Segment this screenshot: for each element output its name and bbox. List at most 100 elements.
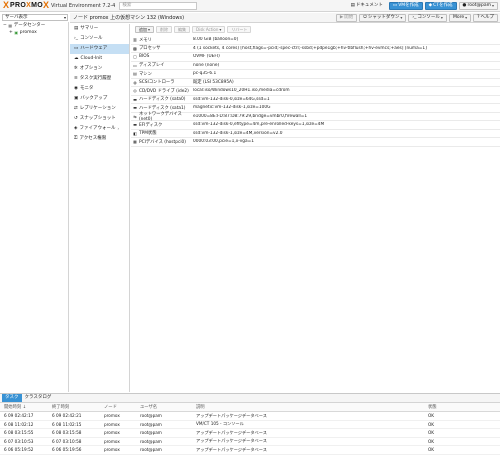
question-icon: ? [477,15,480,20]
list-icon: ≡ [74,76,78,81]
memory-icon: ▥ [133,37,137,43]
nav-item-cloud-init[interactable]: ☁ Cloud-Init [70,54,129,64]
table-row[interactable]: ◧ TPM状態 ssd:vm-132-disk-1,size=4M,version=… [131,130,500,138]
documentation-button[interactable]: ▤ ドキュメント [347,2,387,10]
nav-item-hardware[interactable]: ▭ ハードウェア [70,44,129,54]
hdd-icon: ▬ [133,96,137,102]
start-button[interactable]: ▶ 開始 [335,14,358,22]
table-row[interactable]: ⇆ ネットワークデバイス (net0) e1000=8E:FD:87:D8:79:2… [131,112,500,122]
view-select[interactable]: サーバ表示 ▾ [2,14,68,21]
column-header-description[interactable]: 説明 [196,404,428,410]
table-row[interactable]: ▩ プロセッサ 4 (1 sockets, 4 cores) [host,flags… [131,45,500,53]
page-title: ノード promox 上の仮想マシン 132 (Windows) [73,15,185,21]
eye-icon: ◉ [74,86,78,91]
node-icon: ▣ [14,30,19,35]
nav-item-task-history[interactable]: ≡ タスク実行履歴 [70,74,129,84]
server-icon: ▦ [8,23,13,28]
table-row[interactable]: 6 07 03:10:53 6 07 03:10:58 promox root@pam… [0,438,500,446]
cdrom-icon: ◎ [133,88,137,94]
hdd-icon: ▬ [133,105,137,111]
log-tabs: タスク クラスタログ [0,394,500,403]
vm-nav: ▤ サマリー ›_ コンソール ▭ ハードウェア ☁ Cloud-Init ✲ オプション… [70,24,130,392]
user-menu-button[interactable]: ● root@pam ▾ [458,2,498,10]
tab-cluster-log[interactable]: クラスタログ [22,394,55,402]
chevron-right-icon: › [117,126,120,131]
power-icon: ⏻ [363,15,367,20]
column-header-user[interactable]: ユーザ名 [140,404,196,410]
chevron-down-icon: ▾ [148,26,151,32]
column-header-status[interactable]: 状態 [428,404,500,410]
unlock-icon: ⚿ [74,136,78,141]
chevron-down-icon: ▾ [400,15,403,20]
hardware-toolbar: 追加 ▾ 削除 編集 Disk Action ▾ リバート [131,25,500,34]
tree-item-node[interactable]: + ▣ promox [0,29,68,36]
summary-icon: ▤ [74,26,79,31]
table-row[interactable]: ▬ EFIディスク ssd:vm-132-disk-0,efitype=4m,pre… [131,121,500,130]
machine-icon: ▤ [133,71,137,77]
sort-down-icon: ↓ [22,405,27,410]
user-icon: ● [462,3,467,8]
nav-item-firewall[interactable]: ◈ ファイアウォール › [70,124,129,134]
shutdown-button[interactable]: ⏻ シャットダウン ▾ [359,14,407,22]
tab-tasks[interactable]: タスク [2,394,22,402]
table-row[interactable]: ◎ CD/DVD ドライブ (ide2) local:iso/Windows10_2… [131,87,500,96]
create-vm-button[interactable]: ▭ VMを作成 [388,2,423,10]
expand-icon[interactable]: − [3,22,7,29]
table-row[interactable]: ▬ ハードディスク (sata0) ssd:vm-132-disk-0,size=6… [131,96,500,104]
remove-button[interactable]: 削除 [156,26,173,33]
nav-item-backup[interactable]: ▣ バックアップ [70,94,129,104]
chevron-down-icon: ▾ [465,15,468,20]
monitor-icon: ▭ [392,3,398,8]
tpm-icon: ◧ [133,130,137,136]
table-row[interactable]: 6 09 02:42:17 6 09 02:42:21 promox root@pam… [0,412,500,421]
revert-button[interactable]: リバート [227,26,252,33]
history-icon: ↺ [74,116,78,121]
hardware-table: ▥ メモリ 8.00 GiB [balloon=0] ▩ プロセッサ 4 (1 sock… [131,36,500,147]
disk-action-button[interactable]: Disk Action ▾ [192,26,226,33]
chevron-down-icon: ▾ [491,3,494,8]
column-header-node[interactable]: ノード [104,404,140,410]
column-header-start[interactable]: 開始時刻 ↓ [0,404,52,410]
table-row[interactable]: ◍ SCSIコントローラ 既定 (LSI 53C895A) [131,79,500,87]
expand-icon[interactable]: + [9,29,13,36]
version-label: Virtual Environment 7.2-4 [50,2,116,9]
resource-tree: − ▦ データセンター + ▣ promox [0,22,69,392]
table-row[interactable]: ▥ メモリ 8.00 GiB [balloon=0] [131,36,500,45]
table-row[interactable]: 6 08 03:15:55 6 08 03:15:58 promox root@pam… [0,429,500,438]
pci-icon: ▦ [133,139,137,145]
book-icon: ▤ [350,3,355,8]
table-row[interactable]: ▭ ディスプレイ none (none) [131,62,500,70]
table-row[interactable]: ▦ PCIデバイス (hostpci0) 0000:03:00,pcie=1,x-v… [131,138,500,147]
network-icon: ⇆ [133,113,137,119]
table-row[interactable]: 6 06 05:19:52 6 06 05:19:56 promox root@pam… [0,446,500,455]
search-input[interactable]: 検索 [119,1,198,10]
table-row[interactable]: ▤ マシン pc-q35-6.1 [131,70,500,79]
nav-item-monitor[interactable]: ◉ モニタ [70,84,129,94]
retweet-icon: ⇄ [74,106,78,111]
chevron-down-icon: ▾ [63,15,66,20]
play-icon: ▶ [339,15,344,20]
nav-item-replication[interactable]: ⇄ レプリケーション [70,104,129,114]
cpu-icon: ▩ [133,45,137,51]
chevron-down-icon: ▾ [219,26,222,32]
add-button[interactable]: 追加 ▾ [135,26,155,33]
nav-item-console[interactable]: ›_ コンソール [70,34,129,44]
console-icon: ›_ [74,36,79,41]
table-row[interactable]: ▢ BIOS OVMF (UEFI) [131,53,500,62]
cube-icon: ◆ [428,3,433,8]
nav-item-options[interactable]: ✲ オプション [70,64,129,74]
help-button[interactable]: ? ヘルプ [473,14,498,22]
column-header-end[interactable]: 終了時刻 [52,404,104,410]
display-icon: ▭ [133,62,137,68]
bios-icon: ▢ [133,54,137,60]
nav-item-permissions[interactable]: ⚿ アクセス権限 [70,134,129,144]
database-icon: ◍ [133,79,137,85]
console-button[interactable]: ›_ コンソール ▾ [408,14,447,22]
edit-button[interactable]: 編集 [174,26,191,33]
nav-item-summary[interactable]: ▤ サマリー [70,24,129,34]
table-row[interactable]: 6 08 11:02:12 6 08 11:02:15 promox root@pam… [0,421,500,429]
nav-item-snapshots[interactable]: ↺ スナップショット [70,114,129,124]
create-ct-button[interactable]: ◆ CTを作成 [424,2,457,10]
tree-item-datacenter[interactable]: − ▦ データセンター [0,22,68,29]
more-button[interactable]: More ▾ [448,14,472,22]
